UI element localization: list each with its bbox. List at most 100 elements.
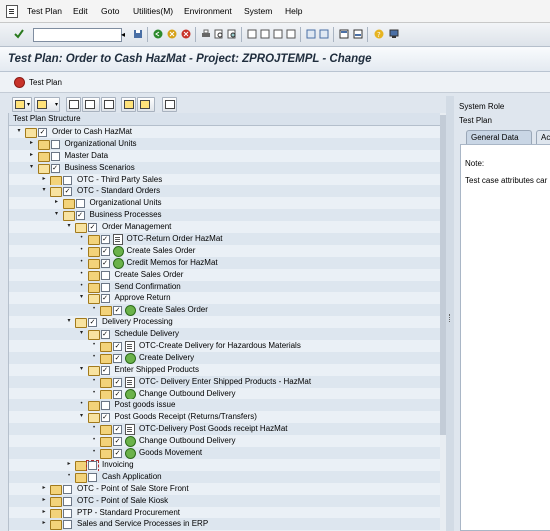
collapse-node-icon[interactable]: ▾ bbox=[78, 364, 86, 376]
tree-row[interactable]: ▸ OTC - Point of Sale Kiosk bbox=[9, 494, 441, 507]
tree-row[interactable]: ▾ ✓ Approve Return bbox=[9, 292, 441, 305]
node-checkbox[interactable]: ✓ bbox=[113, 389, 122, 399]
shortcut-icon[interactable] bbox=[319, 29, 329, 39]
node-checkbox[interactable] bbox=[50, 151, 60, 161]
collapse-node-icon[interactable]: ▾ bbox=[78, 292, 86, 304]
enter-check-icon[interactable] bbox=[14, 29, 24, 39]
node-checkbox[interactable]: ✓ bbox=[113, 342, 122, 352]
collapse-node-icon[interactable]: ▾ bbox=[40, 185, 48, 197]
menu-test-plan[interactable]: Test Plan bbox=[27, 6, 62, 16]
tree-row[interactable]: ▸ Invoicing bbox=[9, 459, 441, 472]
expand-node-icon[interactable]: ▸ bbox=[28, 138, 36, 150]
find-next-icon[interactable] bbox=[227, 29, 237, 39]
node-checkbox[interactable]: ✓ bbox=[113, 437, 122, 447]
node-checkbox[interactable]: ✓ bbox=[88, 318, 97, 328]
node-checkbox[interactable]: ✓ bbox=[113, 306, 122, 316]
collapse-node-icon[interactable]: ▾ bbox=[78, 328, 86, 340]
expand-node-icon[interactable]: ▸ bbox=[40, 518, 48, 530]
expand-node-icon[interactable]: ▸ bbox=[40, 174, 48, 186]
collapse-node-icon[interactable]: ▾ bbox=[15, 126, 23, 138]
node-checkbox[interactable]: ✓ bbox=[100, 235, 110, 245]
expand-node-icon[interactable]: ▸ bbox=[28, 150, 36, 162]
tree-row[interactable]: ▾ ✓ Business Scenarios bbox=[9, 161, 441, 174]
menu-system[interactable]: System bbox=[244, 6, 272, 16]
details-button[interactable] bbox=[162, 97, 177, 112]
back-icon[interactable] bbox=[153, 29, 163, 39]
menu-edit[interactable]: Edit bbox=[73, 6, 88, 16]
cancel-icon[interactable] bbox=[181, 29, 191, 39]
tree-row[interactable]: ▸ Master Data bbox=[9, 150, 441, 162]
tree-row[interactable]: ▸ Organizational Units bbox=[9, 197, 441, 210]
tree-row[interactable]: ▸ OTC - Third Party Sales bbox=[9, 174, 441, 186]
node-checkbox[interactable]: ✓ bbox=[63, 187, 72, 197]
tree-row[interactable]: ▸ Sales and Service Processes in ERP bbox=[9, 518, 441, 531]
command-field[interactable] bbox=[33, 28, 122, 42]
tree-row[interactable]: ▸ Organizational Units bbox=[9, 137, 441, 150]
node-checkbox[interactable]: ✓ bbox=[100, 413, 110, 423]
tree-row[interactable]: • ✓ OTC-Return Order HazMat bbox=[9, 233, 441, 246]
expand-button[interactable] bbox=[137, 97, 155, 112]
node-checkbox[interactable] bbox=[100, 401, 110, 411]
tree-row[interactable]: ▾ ✓ OTC - Standard Orders bbox=[9, 185, 441, 198]
collapse-node-icon[interactable]: ▾ bbox=[65, 316, 73, 328]
node-checkbox[interactable]: ✓ bbox=[50, 163, 60, 173]
node-checkbox[interactable]: ✓ bbox=[100, 365, 110, 375]
tree-row[interactable]: • Create Sales Order bbox=[9, 269, 441, 281]
menu-goto[interactable]: Goto bbox=[101, 6, 119, 16]
node-checkbox[interactable] bbox=[100, 270, 110, 280]
panel-splitter[interactable] bbox=[446, 96, 454, 531]
node-checkbox[interactable]: ✓ bbox=[100, 330, 110, 340]
monitor-icon[interactable] bbox=[389, 29, 399, 39]
expand-node-icon[interactable]: ▸ bbox=[53, 197, 61, 209]
expand-node-icon[interactable]: ▸ bbox=[65, 459, 73, 471]
tree-row[interactable]: • Send Confirmation bbox=[9, 280, 441, 293]
filter-button[interactable]: ▾ bbox=[12, 97, 32, 112]
customize-layout-icon[interactable] bbox=[353, 29, 363, 39]
layout-menu-icon[interactable] bbox=[339, 29, 349, 39]
print-icon[interactable] bbox=[201, 29, 211, 39]
tree-row[interactable]: • ✓ Credit Memos for HazMat bbox=[9, 256, 441, 269]
tree-row[interactable]: ▾ ✓ Business Processes bbox=[9, 209, 441, 222]
save-icon[interactable] bbox=[133, 29, 143, 39]
previous-page-icon[interactable] bbox=[260, 29, 270, 39]
command-dropdown-icon[interactable]: ◂ bbox=[118, 28, 128, 42]
node-checkbox[interactable] bbox=[63, 496, 72, 506]
tab-general-data[interactable]: General Data bbox=[466, 130, 532, 144]
node-checkbox[interactable]: ✓ bbox=[38, 128, 47, 137]
tree-row[interactable]: • ✓ Change Outbound Delivery bbox=[9, 435, 441, 448]
node-checkbox[interactable]: ✓ bbox=[113, 353, 122, 363]
collapse-node-icon[interactable]: ▾ bbox=[65, 221, 73, 233]
node-checkbox[interactable]: ✓ bbox=[88, 223, 97, 233]
new-session-icon[interactable] bbox=[306, 29, 316, 39]
node-checkbox[interactable]: ✓ bbox=[100, 246, 110, 256]
exit-icon[interactable] bbox=[167, 29, 177, 39]
tree-row[interactable]: ▾ ✓ Enter Shipped Products bbox=[9, 364, 441, 376]
tree-row[interactable]: • ✓ OTC-Delivery Post Goods receipt HazMat bbox=[9, 423, 441, 436]
tree-row[interactable]: ▾ ✓ Post Goods Receipt (Returns/Transfers) bbox=[9, 411, 441, 424]
menu-utilities[interactable]: Utilities(M) bbox=[133, 6, 173, 16]
next-page-icon[interactable] bbox=[273, 29, 283, 39]
tab-ac[interactable]: Ac bbox=[536, 130, 550, 144]
print-button[interactable] bbox=[101, 97, 116, 112]
collapse-button[interactable] bbox=[121, 97, 136, 112]
node-checkbox[interactable] bbox=[63, 508, 72, 518]
collapse-node-icon[interactable]: ▾ bbox=[53, 209, 61, 221]
tree-row[interactable]: • ✓ Create Sales Order bbox=[9, 304, 441, 317]
node-checkbox[interactable]: ✓ bbox=[113, 449, 122, 459]
tree-row[interactable]: • ✓ Create Delivery bbox=[9, 351, 441, 364]
last-page-icon[interactable] bbox=[286, 29, 296, 39]
node-checkbox[interactable] bbox=[63, 175, 72, 185]
node-checkbox[interactable] bbox=[50, 139, 60, 149]
tree-row[interactable]: • ✓ OTC- Delivery Enter Shipped Products -… bbox=[9, 375, 441, 388]
tree-row[interactable]: ▾ ✓ Order Management bbox=[9, 221, 441, 234]
node-checkbox[interactable] bbox=[75, 199, 85, 209]
test-plan-button[interactable]: Test Plan bbox=[14, 76, 62, 88]
tree-row[interactable]: ▾ ✓ Delivery Processing bbox=[9, 316, 441, 329]
node-checkbox[interactable] bbox=[100, 282, 110, 292]
tree-row[interactable]: ▸ OTC - Point of Sale Store Front bbox=[9, 483, 441, 495]
collapse-node-icon[interactable]: ▾ bbox=[28, 162, 36, 174]
help-icon[interactable]: ? bbox=[374, 29, 384, 39]
find-next-button[interactable] bbox=[82, 97, 100, 112]
node-checkbox[interactable] bbox=[88, 460, 97, 470]
collapse-node-icon[interactable]: ▾ bbox=[78, 411, 86, 423]
